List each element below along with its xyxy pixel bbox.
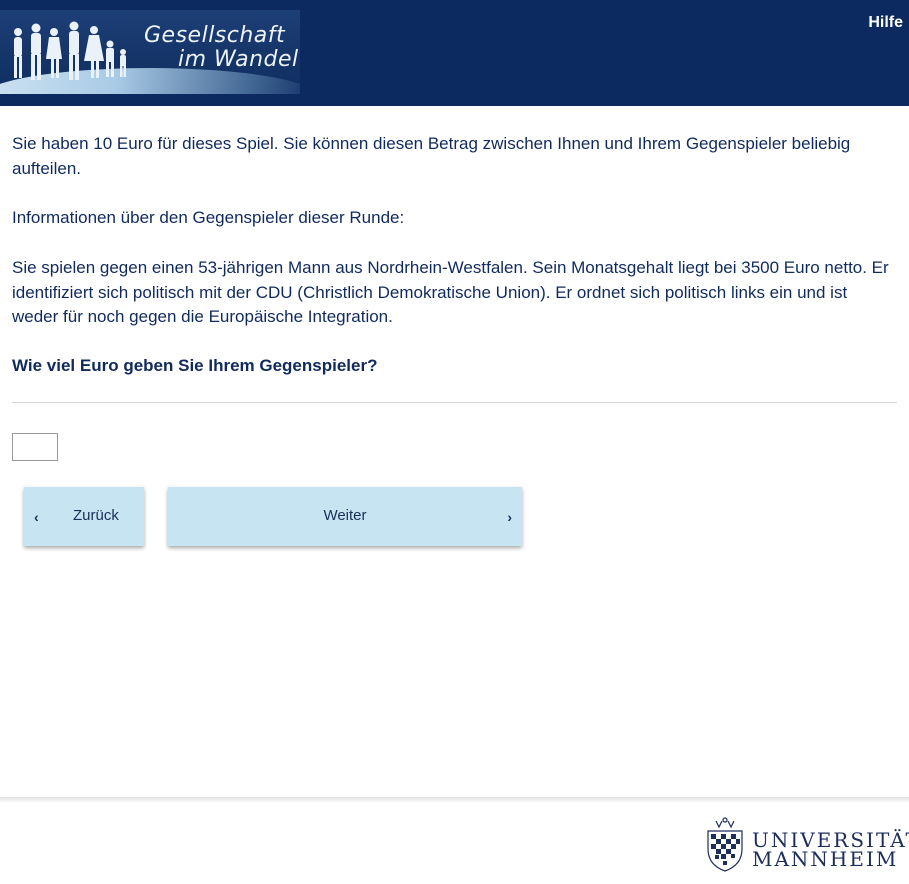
help-link[interactable]: Hilfe xyxy=(868,14,903,32)
opponent-info-heading: Informationen über den Gegenspieler dies… xyxy=(12,208,405,227)
euro-amount-input[interactable] xyxy=(12,433,58,461)
divider xyxy=(12,402,897,403)
next-button[interactable]: Weiter › xyxy=(168,487,522,546)
footer-divider xyxy=(0,797,909,803)
game-intro-text: Sie haben 10 Euro für dieses Spiel. Sie … xyxy=(12,134,851,178)
university-crest-icon xyxy=(707,817,743,872)
back-button[interactable]: ‹ Zurück xyxy=(24,487,144,546)
people-silhouettes-icon xyxy=(14,21,126,80)
header-bar: Gesellschaft im Wandel Hilfe xyxy=(0,0,909,106)
logo-title-line2: im Wandel xyxy=(178,47,299,72)
university-name-line2: MANNHEIM xyxy=(752,847,899,871)
back-button-label: Zurück xyxy=(73,507,119,524)
chevron-left-icon: ‹ xyxy=(34,509,39,525)
logo-title-line1: Gesellschaft xyxy=(144,23,286,48)
gesellschaft-im-wandel-logo: Gesellschaft im Wandel xyxy=(0,10,300,94)
chevron-right-icon: › xyxy=(507,509,512,525)
university-mannheim-logo: UNIVERSITÄT MANNHEIM xyxy=(698,815,909,873)
opponent-description: Sie spielen gegen einen 53-jährigen Mann… xyxy=(12,258,889,326)
question-prompt: Wie viel Euro geben Sie Ihrem Gegenspiel… xyxy=(12,356,378,375)
next-button-label: Weiter xyxy=(323,507,367,524)
